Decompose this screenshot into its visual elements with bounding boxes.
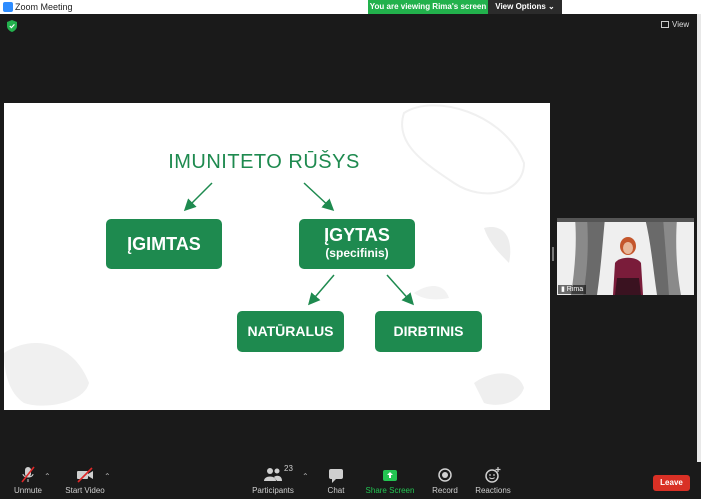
reactions-smiley-icon xyxy=(485,467,501,483)
diagram-arrows xyxy=(183,182,414,306)
participant-video-image xyxy=(557,218,694,295)
video-camera-off-icon xyxy=(77,467,93,483)
shield-icon[interactable] xyxy=(7,20,17,32)
start-video-label: Start Video xyxy=(65,486,105,495)
panel-splitter-handle[interactable] xyxy=(552,247,554,261)
reactions-button[interactable]: Reactions xyxy=(474,466,512,495)
unmute-label: Unmute xyxy=(13,486,42,495)
participants-count: 23 xyxy=(284,464,293,473)
chat-label: Chat xyxy=(327,486,345,495)
participant-name-label: ▮ Rima xyxy=(558,285,587,294)
box-acquired-label: ĮGYTAS xyxy=(324,225,390,245)
share-screen-button[interactable]: Share Screen xyxy=(365,466,415,495)
box-acquired-sublabel: (specifinis) xyxy=(325,246,389,260)
box-acquired: ĮGYTAS (specifinis) xyxy=(299,219,415,269)
record-button[interactable]: Record xyxy=(428,466,462,495)
window-edge xyxy=(697,14,701,499)
participants-button[interactable]: 23 Participants xyxy=(250,464,296,495)
meeting-toolbar: Unmute ⌃ Start Video ⌃ 23 Participants ⌃ xyxy=(0,462,701,499)
unmute-button[interactable]: Unmute xyxy=(10,466,46,495)
box-innate: ĮGIMTAS xyxy=(106,219,222,269)
view-button[interactable]: View xyxy=(661,18,695,32)
participants-icon-wrap: 23 xyxy=(253,464,293,484)
chat-button[interactable]: Chat xyxy=(322,466,350,495)
grid-icon xyxy=(661,21,669,29)
participants-options-caret-icon[interactable]: ⌃ xyxy=(302,472,309,481)
record-label: Record xyxy=(432,486,458,495)
window-title: Zoom Meeting xyxy=(15,2,73,12)
participant-name: Rima xyxy=(566,286,584,293)
window-titlebar: Zoom Meeting xyxy=(0,0,701,14)
share-screen-label: Share Screen xyxy=(365,486,415,495)
viewing-screen-banner: You are viewing Rima's screen xyxy=(368,0,488,14)
microphone-muted-icon xyxy=(21,466,35,483)
shared-screen-slide: IMUNITETO RŪŠYS ĮGIMTAS ĮGYTAS (specifin… xyxy=(4,103,550,410)
zoom-app-icon xyxy=(3,2,13,12)
start-video-button[interactable]: Start Video xyxy=(62,466,108,495)
leave-button[interactable]: Leave xyxy=(653,475,690,491)
participants-icon xyxy=(264,468,282,481)
audio-options-caret-icon[interactable]: ⌃ xyxy=(44,472,51,481)
view-label: View xyxy=(672,20,690,29)
reactions-label: Reactions xyxy=(475,486,511,495)
participant-video-thumbnail[interactable]: ▮ Rima xyxy=(557,218,694,295)
record-icon xyxy=(438,468,452,482)
participants-label: Participants xyxy=(252,486,294,495)
video-options-caret-icon[interactable]: ⌃ xyxy=(104,472,111,481)
chat-bubble-icon xyxy=(329,469,343,483)
box-artificial: DIRBTINIS xyxy=(375,311,482,352)
view-options-button[interactable]: View Options ⌄ xyxy=(488,0,562,14)
share-screen-icon xyxy=(383,470,397,481)
box-natural: NATŪRALUS xyxy=(237,311,344,352)
